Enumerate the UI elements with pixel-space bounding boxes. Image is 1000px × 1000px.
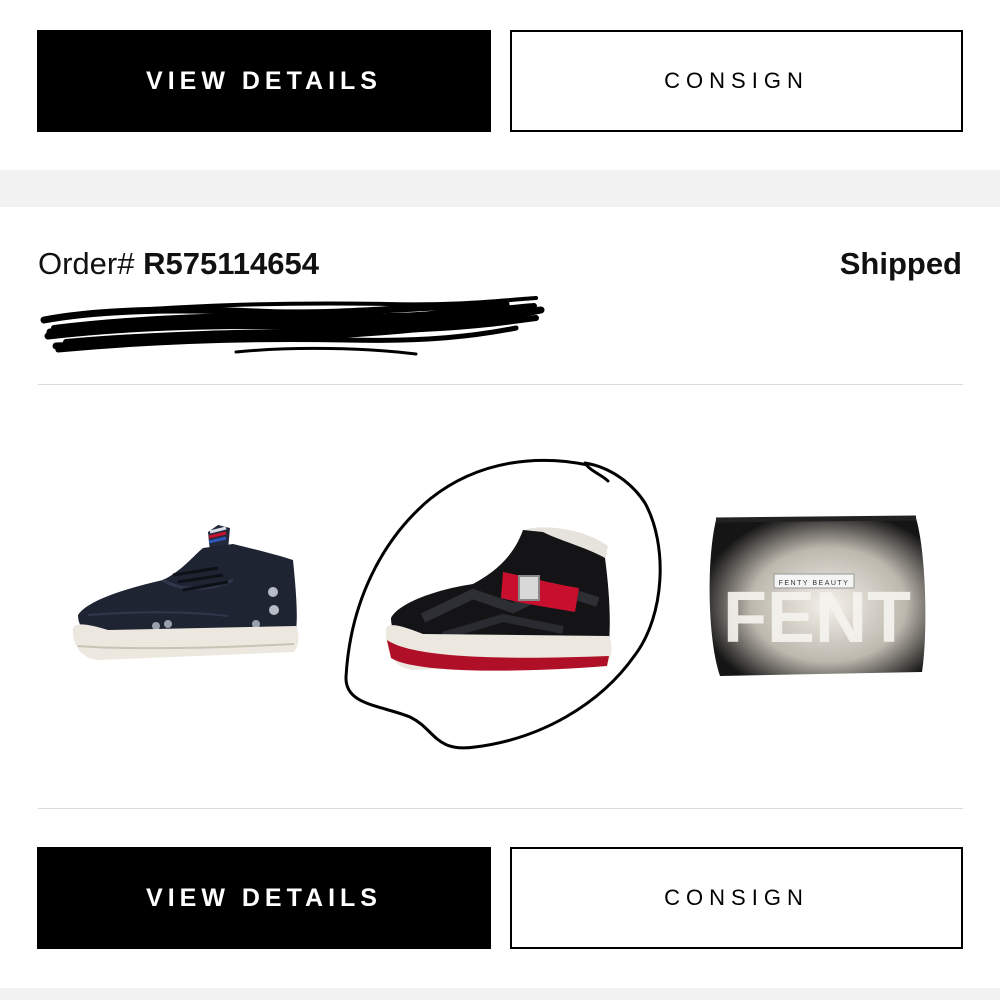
order-number[interactable]: R575114654 [143,246,319,281]
section-separator-bottom [0,988,1000,1000]
divider-bottom [38,808,963,809]
order-number-label: Order# R575114654 [38,246,319,282]
order-prefix: Order# [38,246,144,281]
consign-button[interactable]: CONSIGN [510,847,963,949]
highlight-circle [344,458,662,750]
order-status: Shipped [839,246,962,281]
view-details-button[interactable]: VIEW DETAILS [37,847,491,949]
pouch-icon[interactable]: FENTY BEAUTY FENT [702,512,930,680]
sneaker-icon[interactable] [68,520,303,672]
previous-order-card: VIEW DETAILS CONSIGN [0,0,1000,170]
view-details-button[interactable]: VIEW DETAILS [37,30,491,132]
redacted-scribble [40,296,545,356]
section-separator [0,170,1000,207]
pouch-print-text: FENT [723,578,911,658]
consign-button[interactable]: CONSIGN [510,30,963,132]
divider-top [38,384,963,385]
